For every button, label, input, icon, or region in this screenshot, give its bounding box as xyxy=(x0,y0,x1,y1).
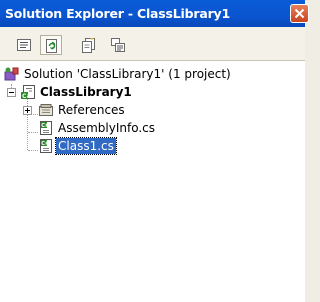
csharp-project-icon: C# xyxy=(21,85,35,100)
view-code-icon xyxy=(111,38,125,52)
tree-node-solution[interactable]: Solution 'ClassLibrary1' (1 project) xyxy=(4,66,294,84)
references-label: References xyxy=(58,103,125,117)
svg-text:C#: C# xyxy=(41,123,49,129)
plus-icon xyxy=(25,108,30,113)
solution-label: Solution 'ClassLibrary1' (1 project) xyxy=(24,67,231,81)
refresh-button[interactable] xyxy=(40,35,62,55)
tree-node-references[interactable]: References xyxy=(22,102,292,120)
solution-icon xyxy=(4,67,19,81)
references-icon xyxy=(39,104,53,116)
properties-button[interactable] xyxy=(13,35,35,55)
csharp-file-icon: C# xyxy=(40,139,52,153)
tree-node-assemblyinfo[interactable]: C# AssemblyInfo.cs xyxy=(38,120,292,138)
tree-node-project[interactable]: C# ClassLibrary1 xyxy=(6,84,296,102)
expand-toggle[interactable] xyxy=(23,106,32,115)
svg-text:C#: C# xyxy=(41,141,49,147)
properties-icon xyxy=(17,39,31,51)
class1-label: Class1.cs xyxy=(55,137,117,155)
assemblyinfo-label: AssemblyInfo.cs xyxy=(58,121,156,135)
project-label: ClassLibrary1 xyxy=(40,85,132,99)
collapse-toggle[interactable] xyxy=(7,88,16,97)
svg-text:C#: C# xyxy=(22,93,31,100)
minus-icon xyxy=(9,92,14,93)
refresh-icon xyxy=(46,39,57,53)
tree-connector xyxy=(28,132,38,134)
show-all-files-button[interactable] xyxy=(77,35,99,55)
close-icon xyxy=(294,8,305,19)
toolbar xyxy=(0,27,305,61)
close-button[interactable] xyxy=(290,4,309,23)
csharp-file-icon: C# xyxy=(40,121,52,135)
solution-explorer-window: Solution Explorer - ClassLibrary1 Soluti… xyxy=(0,0,309,302)
window-title: Solution Explorer - ClassLibrary1 xyxy=(5,6,230,21)
tree-node-class1[interactable]: C# Class1.cs xyxy=(38,137,292,156)
show-all-files-icon xyxy=(82,38,95,53)
view-code-button[interactable] xyxy=(107,35,129,55)
solution-tree[interactable]: Solution 'ClassLibrary1' (1 project) C# … xyxy=(0,62,305,302)
tree-connector xyxy=(28,150,38,152)
title-bar[interactable]: Solution Explorer - ClassLibrary1 xyxy=(0,0,309,27)
